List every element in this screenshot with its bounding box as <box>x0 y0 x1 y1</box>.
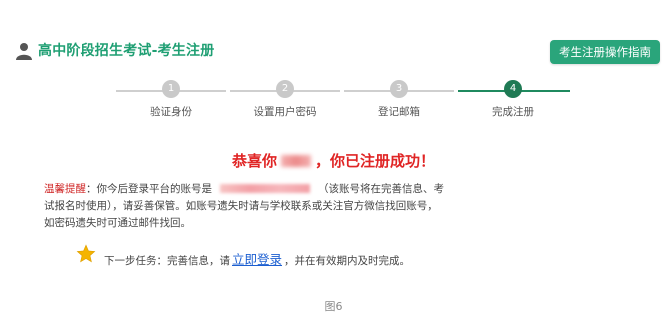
next-step-text: 下一步任务：完善信息，请 立即登录 ，并在有效期内及时完成。 <box>104 249 410 268</box>
success-message: 恭喜你 ，你已注册成功！ <box>0 150 667 171</box>
registration-guide-button[interactable]: 考生注册操作指南 <box>550 40 660 64</box>
reminder-text: 温馨提醒：你今后登录平台的账号是 （该账号将在完善信息、考试报名时使用），请妥善保… <box>44 181 444 232</box>
reminder-label: 温馨提醒 <box>44 183 86 195</box>
success-suffix: ，你已注册成功！ <box>315 152 436 170</box>
step-4-label: 完成注册 <box>492 106 534 118</box>
step-2-marker: 2 <box>272 76 298 102</box>
step-2-label: 设置用户密码 <box>253 106 317 118</box>
next-step-prefix: 下一步任务：完善信息，请 <box>104 255 230 267</box>
star-icon <box>76 244 96 263</box>
login-now-link[interactable]: 立即登录 <box>232 252 282 267</box>
reminder-colon: ： <box>86 183 97 195</box>
reminder-part1: 你今后登录平台的账号是 <box>96 183 213 195</box>
step-3-label: 登记邮箱 <box>378 106 420 118</box>
next-step-suffix: ，并在有效期内及时完成。 <box>284 255 411 267</box>
step-1-marker: 1 <box>158 76 184 102</box>
figure-caption: 图6 <box>324 300 343 313</box>
step-4-marker: 4 <box>500 76 526 102</box>
step-3-marker: 3 <box>386 76 412 102</box>
redacted-account <box>220 184 310 193</box>
user-icon <box>16 43 32 60</box>
redacted-name <box>281 155 311 167</box>
page-title: 高中阶段招生考试-考生注册 <box>38 43 215 59</box>
step-1-label: 验证身份 <box>150 106 192 118</box>
success-prefix: 恭喜你 <box>231 152 277 170</box>
